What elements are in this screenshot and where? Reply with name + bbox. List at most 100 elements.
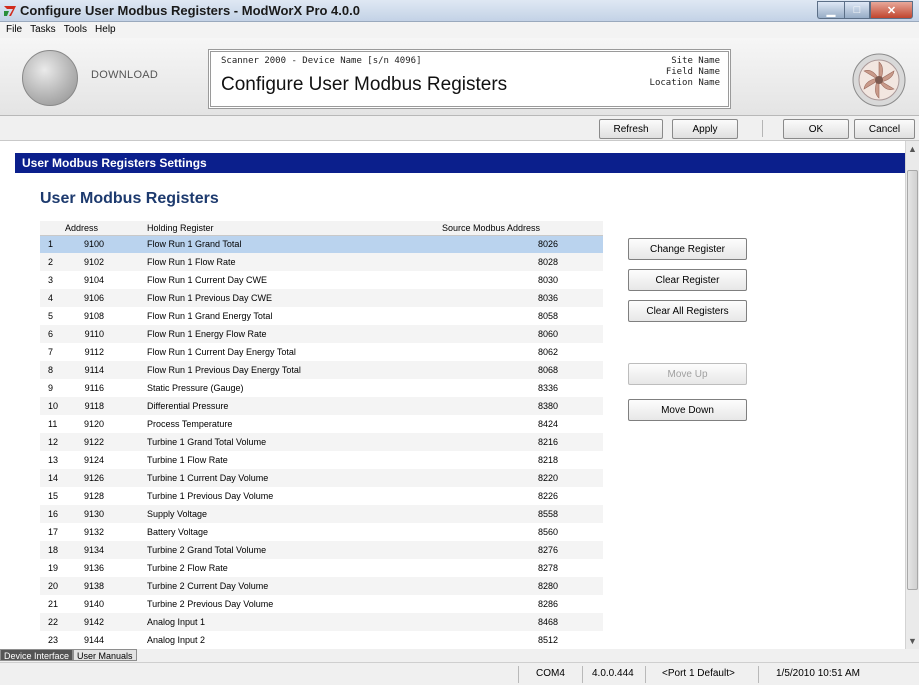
- table-row[interactable]: 7 9112 Flow Run 1 Current Day Energy Total…: [40, 343, 603, 361]
- source-address-cell: 8030: [537, 275, 558, 285]
- table-row[interactable]: 18 9134 Turbine 2 Grand Total Volume 8276: [40, 541, 603, 559]
- source-address-cell: 8558: [439, 505, 603, 523]
- row-number-cell: 4: [40, 289, 62, 307]
- minimize-button[interactable]: ▁: [817, 1, 844, 19]
- scroll-down-icon[interactable]: ▼: [907, 635, 918, 647]
- address-cell: 9102: [62, 253, 144, 271]
- table-row[interactable]: 10 9118 Differential Pressure 8380: [40, 397, 603, 415]
- menu-file[interactable]: File: [3, 22, 27, 38]
- table-row[interactable]: 4 9106 Flow Run 1 Previous Day CWE 8036: [40, 289, 603, 307]
- row-number-cell: 1: [40, 235, 62, 253]
- toolbar: Refresh Apply OK Cancel: [0, 116, 919, 141]
- table-row[interactable]: 11 9120 Process Temperature 8424: [40, 415, 603, 433]
- ok-button[interactable]: OK: [783, 119, 849, 139]
- holding-register-cell: Flow Run 1 Energy Flow Rate: [144, 325, 439, 343]
- holding-register-cell: Flow Run 1 Grand Energy Total: [147, 311, 273, 321]
- table-row[interactable]: 14 9126 Turbine 1 Current Day Volume 8220: [40, 469, 603, 487]
- holding-register-cell: Flow Run 1 Grand Total: [144, 235, 439, 253]
- table-row[interactable]: 13 9124 Turbine 1 Flow Rate 8218: [40, 451, 603, 469]
- table-row[interactable]: 21 9140 Turbine 2 Previous Day Volume 8286: [40, 595, 603, 613]
- status-separator: [645, 666, 646, 683]
- row-number-cell: 14: [40, 469, 62, 487]
- row-number-cell: 7: [48, 347, 54, 357]
- maximize-button[interactable]: □: [844, 1, 870, 19]
- menu-tools[interactable]: Tools: [61, 22, 92, 38]
- source-address-cell: 8062: [537, 347, 558, 357]
- column-header-row-number: [40, 221, 62, 236]
- holding-register-cell: Flow Run 1 Flow Rate: [144, 253, 439, 271]
- download-button[interactable]: [22, 50, 78, 106]
- address-cell: 9108: [83, 311, 104, 321]
- table-row[interactable]: 5 9108 Flow Run 1 Grand Energy Total 8058: [40, 307, 603, 325]
- row-number-cell: 11: [48, 419, 58, 429]
- column-header-source-address[interactable]: Source Modbus Address: [439, 221, 603, 236]
- download-label[interactable]: DOWNLOAD: [91, 69, 158, 81]
- address-cell: 9116: [84, 383, 104, 393]
- status-separator: [518, 666, 519, 683]
- address-cell: 9100: [62, 235, 144, 253]
- refresh-button[interactable]: Refresh: [599, 119, 663, 139]
- table-row[interactable]: 3 9104 Flow Run 1 Current Day CWE 8030: [40, 271, 603, 289]
- source-address-cell: 8216: [439, 433, 603, 451]
- address-cell: 9124: [83, 455, 104, 465]
- source-address-cell: 8058: [537, 311, 558, 321]
- bottom-tab-strip: Device Interface User Manuals: [0, 649, 919, 662]
- column-header-address[interactable]: Address: [62, 221, 144, 236]
- cancel-button[interactable]: Cancel: [854, 119, 915, 139]
- clear-register-button[interactable]: Clear Register: [628, 269, 747, 291]
- site-name: Site Name: [671, 56, 720, 66]
- move-up-button[interactable]: Move Up: [628, 363, 747, 385]
- table-row[interactable]: 12 9122 Turbine 1 Grand Total Volume 8216: [40, 433, 603, 451]
- table-row[interactable]: 8 9114 Flow Run 1 Previous Day Energy Tota…: [40, 361, 603, 379]
- address-cell: 9114: [62, 361, 144, 379]
- status-bar: COM4 4.0.0.444 <Port 1 Default> 1/5/2010…: [0, 662, 919, 685]
- section-title-bar: User Modbus Registers Settings: [15, 153, 905, 173]
- row-number-cell: 19: [48, 563, 59, 573]
- table-row[interactable]: 16 9130 Supply Voltage 8558: [40, 505, 603, 523]
- table-row[interactable]: 23 9144 Analog Input 2 8512: [40, 631, 603, 649]
- status-port: COM4: [536, 668, 565, 679]
- table-row[interactable]: 17 9132 Battery Voltage 8560: [40, 523, 603, 541]
- table-row[interactable]: 1 9100 Flow Run 1 Grand Total 8026: [40, 235, 603, 253]
- address-cell: 9112: [84, 347, 104, 357]
- menu-help[interactable]: Help: [92, 22, 121, 38]
- holding-register-cell: Flow Run 1 Previous Day CWE: [144, 289, 439, 307]
- table-row[interactable]: 2 9102 Flow Run 1 Flow Rate 8028: [40, 253, 603, 271]
- maximize-icon: □: [853, 4, 861, 16]
- window-title: Configure User Modbus Registers - ModWor…: [20, 3, 360, 18]
- title-bar: Configure User Modbus Registers - ModWor…: [0, 0, 919, 22]
- menu-tasks[interactable]: Tasks: [27, 22, 61, 38]
- apply-button[interactable]: Apply: [672, 119, 738, 139]
- holding-register-cell: Turbine 1 Previous Day Volume: [147, 491, 274, 501]
- tab-device-interface[interactable]: Device Interface: [0, 649, 74, 661]
- app-logo-icon: [4, 6, 16, 16]
- minimize-icon: ▁: [826, 4, 836, 17]
- holding-register-cell: Static Pressure (Gauge): [147, 383, 244, 393]
- source-address-cell: 8380: [439, 397, 603, 415]
- table-header-row: Address Holding Register Source Modbus A…: [40, 221, 603, 236]
- move-down-button[interactable]: Move Down: [628, 399, 747, 421]
- row-number-cell: 22: [40, 613, 62, 631]
- source-address-cell: 8468: [439, 613, 603, 631]
- holding-register-cell: Flow Run 1 Current Day Energy Total: [147, 347, 296, 357]
- scroll-up-icon[interactable]: ▲: [907, 143, 918, 155]
- holding-register-cell: Analog Input 1: [144, 613, 439, 631]
- table-row[interactable]: 22 9142 Analog Input 1 8468: [40, 613, 603, 631]
- table-row[interactable]: 9 9116 Static Pressure (Gauge) 8336: [40, 379, 603, 397]
- table-row[interactable]: 15 9128 Turbine 1 Previous Day Volume 8226: [40, 487, 603, 505]
- clear-all-registers-button[interactable]: Clear All Registers: [628, 300, 747, 322]
- header-panel: DOWNLOAD Scanner 2000 - Device Name [s/n…: [0, 38, 919, 116]
- close-button[interactable]: ✕: [870, 1, 913, 19]
- holding-register-cell: Turbine 2 Current Day Volume: [144, 577, 439, 595]
- source-address-cell: 8226: [537, 491, 558, 501]
- field-name: Field Name: [665, 67, 720, 77]
- address-cell: 9140: [83, 599, 104, 609]
- column-header-holding-register[interactable]: Holding Register: [144, 221, 439, 236]
- table-row[interactable]: 20 9138 Turbine 2 Current Day Volume 8280: [40, 577, 603, 595]
- table-row[interactable]: 19 9136 Turbine 2 Flow Rate 8278: [40, 559, 603, 577]
- scroll-thumb[interactable]: [907, 170, 918, 590]
- change-register-button[interactable]: Change Register: [628, 238, 747, 260]
- tab-user-manuals[interactable]: User Manuals: [73, 649, 137, 661]
- source-address-cell: 8512: [537, 635, 558, 645]
- table-row[interactable]: 6 9110 Flow Run 1 Energy Flow Rate 8060: [40, 325, 603, 343]
